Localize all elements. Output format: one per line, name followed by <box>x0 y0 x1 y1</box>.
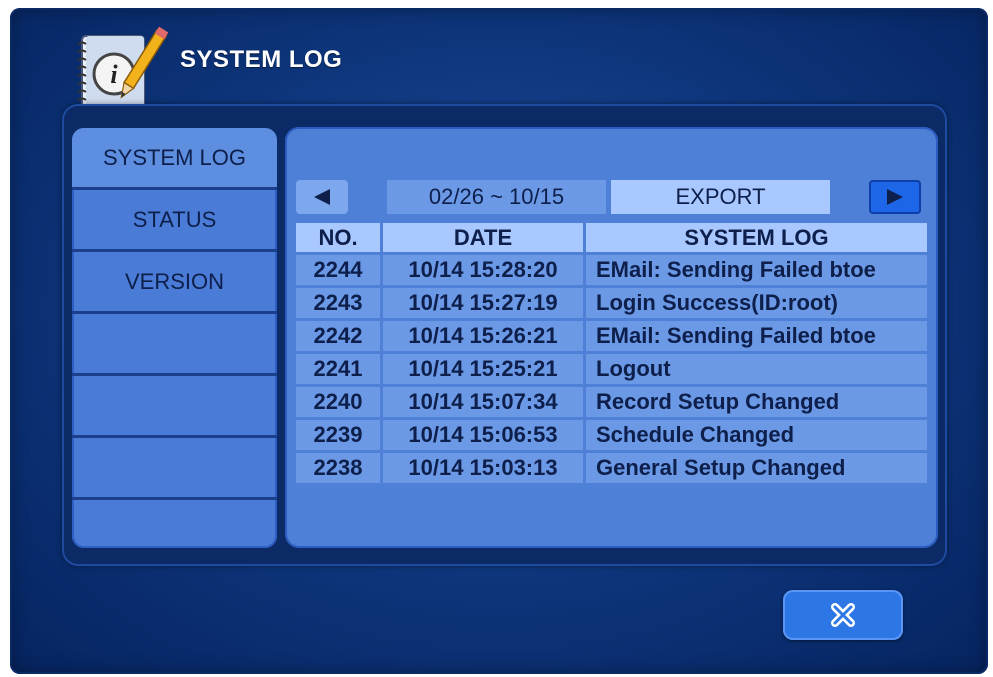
log-no: 2242 <box>296 321 380 351</box>
column-header-system-log: SYSTEM LOG <box>586 223 927 252</box>
date-range-field[interactable]: 02/26 ~ 10/15 <box>387 180 606 214</box>
column-header-date: DATE <box>383 223 583 252</box>
log-date: 10/14 15:27:19 <box>383 288 583 318</box>
system-log-table: NO. DATE SYSTEM LOG 2244 10/14 15:28:20 … <box>293 220 930 486</box>
table-row[interactable]: 2243 10/14 15:27:19 Login Success(ID:roo… <box>296 288 927 318</box>
log-message: EMail: Sending Failed btoe <box>586 321 927 351</box>
svg-text:i: i <box>110 60 118 89</box>
log-no: 2244 <box>296 255 380 285</box>
log-no: 2240 <box>296 387 380 417</box>
log-message: Logout <box>586 354 927 384</box>
sidebar-item-empty <box>72 314 277 376</box>
next-page-button[interactable] <box>869 180 921 214</box>
column-header-no: NO. <box>296 223 380 252</box>
export-button[interactable]: EXPORT <box>611 180 830 214</box>
table-row[interactable]: 2241 10/14 15:25:21 Logout <box>296 354 927 384</box>
table-row[interactable]: 2242 10/14 15:26:21 EMail: Sending Faile… <box>296 321 927 351</box>
log-date: 10/14 15:25:21 <box>383 354 583 384</box>
log-message: Login Success(ID:root) <box>586 288 927 318</box>
page-title: SYSTEM LOG <box>180 46 343 73</box>
log-no: 2241 <box>296 354 380 384</box>
log-message: Record Setup Changed <box>586 387 927 417</box>
table-row[interactable]: 2240 10/14 15:07:34 Record Setup Changed <box>296 387 927 417</box>
log-no: 2238 <box>296 453 380 483</box>
close-button[interactable] <box>783 590 903 640</box>
log-date: 10/14 15:06:53 <box>383 420 583 450</box>
log-message: General Setup Changed <box>586 453 927 483</box>
log-date: 10/14 15:07:34 <box>383 387 583 417</box>
triangle-left-icon <box>314 189 330 205</box>
table-header-row: NO. DATE SYSTEM LOG <box>296 223 927 252</box>
sidebar-item-version[interactable]: VERSION <box>72 252 277 314</box>
log-date: 10/14 15:28:20 <box>383 255 583 285</box>
sidebar-item-empty <box>72 438 277 500</box>
log-date: 10/14 15:03:13 <box>383 453 583 483</box>
sidebar-item-system-log[interactable]: SYSTEM LOG <box>72 128 277 190</box>
log-message: EMail: Sending Failed btoe <box>586 255 927 285</box>
sidebar: SYSTEM LOG STATUS VERSION <box>72 128 277 548</box>
log-toolbar: 02/26 ~ 10/15 EXPORT <box>296 180 927 214</box>
table-row[interactable]: 2238 10/14 15:03:13 General Setup Change… <box>296 453 927 483</box>
sidebar-item-empty <box>72 376 277 438</box>
table-row[interactable]: 2244 10/14 15:28:20 EMail: Sending Faile… <box>296 255 927 285</box>
sidebar-item-status[interactable]: STATUS <box>72 190 277 252</box>
triangle-right-icon <box>887 189 903 205</box>
close-x-icon <box>831 603 855 627</box>
table-row[interactable]: 2239 10/14 15:06:53 Schedule Changed <box>296 420 927 450</box>
prev-page-button[interactable] <box>296 180 348 214</box>
log-no: 2243 <box>296 288 380 318</box>
log-message: Schedule Changed <box>586 420 927 450</box>
log-date: 10/14 15:26:21 <box>383 321 583 351</box>
sidebar-item-empty <box>72 500 277 548</box>
log-no: 2239 <box>296 420 380 450</box>
